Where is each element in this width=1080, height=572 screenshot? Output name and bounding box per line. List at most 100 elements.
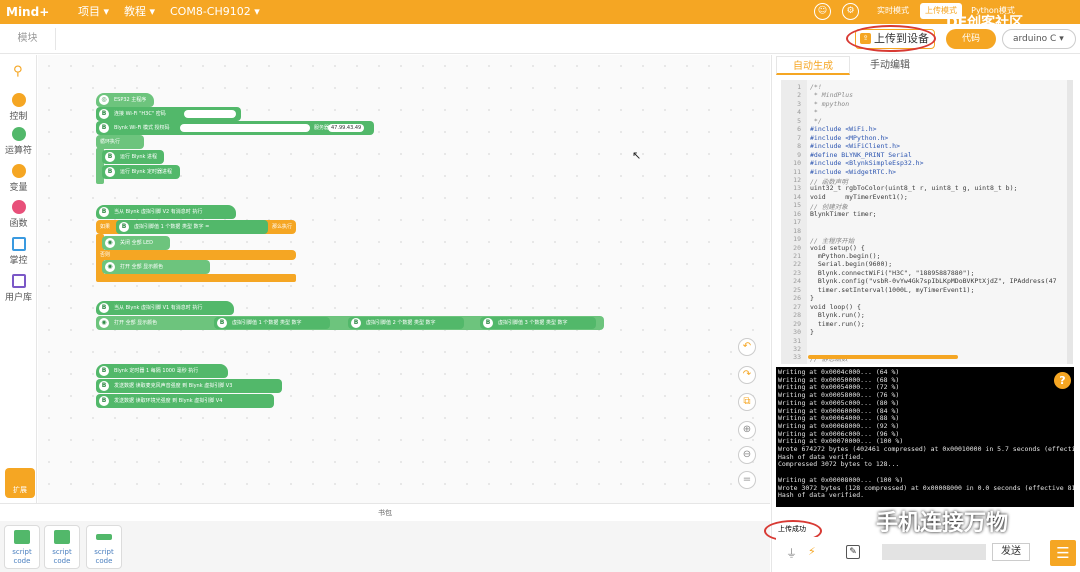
line-number: 16 (793, 209, 801, 218)
blynk-timer-run-block[interactable]: B 运行 Blynk 定时器进程 (102, 165, 180, 179)
led-icon: ◉ (105, 262, 115, 272)
red-value-block[interactable]: B 虚拟引脚值 1 个数据 类型 数字 (214, 317, 330, 329)
virtual-pin-v2-event-block[interactable]: B 当从 Blynk 虚拟引脚 V2 有消息时 执行 (96, 205, 236, 219)
extension-button[interactable]: 扩展 (5, 468, 35, 498)
menu-list-icon[interactable]: ☰ (1050, 540, 1076, 566)
code-line: */ (810, 116, 822, 125)
wifi-password-field[interactable] (184, 110, 236, 118)
line-number: 29 (793, 319, 801, 328)
set-rgb-color-block[interactable]: ◉ 打开 全部 显示颜色 B 虚拟引脚值 1 个数据 类型 数字 B 虚拟引脚值… (96, 316, 604, 330)
code-line: mPython.begin(); (810, 252, 881, 260)
backpack-script-3[interactable]: script code (86, 525, 122, 569)
code-line: timer.run(); (810, 319, 865, 328)
turn-on-led-block[interactable]: ◉ 打开 全部 显示颜色 (102, 260, 210, 274)
auth-token-field[interactable] (180, 124, 310, 132)
wechat-icon (840, 509, 868, 530)
line-number: 6 (797, 125, 801, 134)
line-number: 21 (793, 252, 801, 260)
line-gutter: 1 2 3 4 5 6 7 8 9 10 11 12 13 14 15 16 17 18 19 20 21 22 23 24 2… (781, 80, 807, 364)
tab-manual-edit[interactable]: 手动编辑 (852, 56, 928, 75)
search-icon[interactable]: ⚲ (13, 64, 23, 79)
line-number: 30 (793, 328, 801, 337)
line-number: 1 (797, 83, 801, 91)
zoom-out-icon[interactable]: ⊖ (738, 446, 756, 464)
blynk-timer-block[interactable]: B Blynk 定时器 1 每隔 1000 毫秒 执行 (96, 364, 228, 378)
code-editor[interactable]: 1 2 3 4 5 6 7 8 9 10 11 12 13 14 15 16 17 18 19 20 21 22 23 24 2… (781, 80, 1073, 364)
send-light-data-block[interactable]: B 发送数据 读取环境光强度 到 Blynk 虚拟引脚 V4 (96, 394, 274, 408)
menu-port[interactable]: COM8-CH9102 ▾ (170, 3, 260, 21)
blynk-icon: B (99, 396, 109, 406)
mind-plus-logo: Mind+ (6, 5, 50, 19)
baud-icon[interactable]: ⏚ (786, 545, 797, 561)
language-select[interactable]: arduino C ▾ (1002, 29, 1076, 49)
code-toggle-button[interactable]: 代码 (946, 29, 996, 49)
connect-icon[interactable]: ☺ (814, 3, 831, 20)
serial-send-input[interactable] (882, 544, 986, 560)
code-line: Blynk.run(); (810, 311, 865, 320)
code-line: } (810, 294, 814, 303)
loop-block[interactable]: 循环执行 (96, 135, 144, 149)
compare-condition[interactable]: B 虚拟引脚值 1 个数据 类型 数字 = (116, 220, 268, 234)
send-mic-data-block[interactable]: B 发送数据 读取麦克风声音强度 到 Blynk 虚拟引脚 V3 (96, 379, 282, 393)
help-icon[interactable]: ? (1054, 372, 1071, 389)
line-number: 26 (793, 294, 801, 303)
serial-console[interactable]: Writing at 0x0004c000... (64 %) Writing a… (776, 367, 1074, 507)
code-line: #include <WiFi.h> (810, 125, 877, 134)
blynk-config-block[interactable]: B Blynk Wi-Fi 模式 授权码 服务器 47.99.43.49 (96, 121, 374, 135)
mode-realtime-button[interactable]: 实时模式 (870, 3, 916, 19)
code-line: BlynkTimer timer; (810, 209, 877, 218)
redo-icon[interactable]: ↷ (738, 366, 756, 384)
virtual-pin-v1-event-block[interactable]: B 当从 Blynk 虚拟引脚 V1 有消息时 执行 (96, 301, 234, 315)
line-number: 15 (793, 201, 801, 210)
code-line: timer.setInterval(1000L, myTimerEvent1); (810, 285, 975, 294)
category-operators[interactable]: 运算符 (0, 127, 37, 156)
cleanup-icon[interactable]: ⧉ (738, 393, 756, 411)
editor-scrollbar[interactable] (1067, 80, 1073, 364)
else-label: 否则 (96, 250, 296, 260)
wechat-watermark: 手机连接万物 (876, 511, 1009, 536)
menu-tutorial[interactable]: 教程 ▾ (124, 3, 155, 21)
backpack-script-1[interactable]: script code (4, 525, 40, 569)
server-field[interactable]: 47.99.43.49 (328, 124, 365, 132)
line-number: 32 (793, 344, 801, 353)
reset-zoom-icon[interactable]: = (738, 471, 756, 489)
blynk-icon: B (119, 222, 129, 232)
control-dot-icon (11, 93, 26, 107)
code-line: } (810, 328, 814, 337)
handpy-icon (11, 237, 26, 251)
module-tab[interactable]: 模块 (0, 28, 56, 50)
main-program-block[interactable]: ◎ ESP32 主程序 (96, 93, 154, 107)
if-else-block[interactable]: 如果 B 虚拟引脚值 1 个数据 类型 数字 = 那么执行 (96, 220, 296, 234)
blue-value-block[interactable]: B 虚拟引脚值 3 个数据 类型 数字 (480, 317, 596, 329)
send-button[interactable]: 发送 (992, 543, 1030, 561)
zoom-in-icon[interactable]: ⊕ (738, 421, 756, 439)
scroll-lock-icon[interactable]: ⚡ (808, 545, 816, 558)
code-line: Blynk.config("vsbR-0vYw4Gk7spIbLKpMDoBVK… (810, 277, 1057, 286)
code-line: #include <WidgetRTC.h> (810, 167, 897, 176)
line-number: 3 (797, 99, 801, 108)
esp32-icon: ◎ (99, 95, 109, 105)
settings-icon[interactable]: ⚙ (842, 3, 859, 20)
undo-icon[interactable]: ↶ (738, 338, 756, 356)
editor-horizontal-scrollbar[interactable] (808, 355, 958, 359)
backpack-script-2[interactable]: script code (44, 525, 80, 569)
category-variables[interactable]: 变量 (0, 164, 37, 193)
code-line: * (810, 108, 818, 117)
connect-wifi-block[interactable]: B 连接 Wi-Fi "H3C" 密码 (96, 107, 241, 121)
category-functions[interactable]: 函数 (0, 200, 37, 229)
user-library-icon (11, 274, 26, 288)
backpack-header[interactable]: 书包 (0, 503, 770, 521)
category-control[interactable]: 控制 (0, 93, 37, 122)
turn-off-led-block[interactable]: ◉ 关闭 全部 LED (102, 236, 170, 250)
green-value-block[interactable]: B 虚拟引脚值 2 个数据 类型 数字 (348, 317, 464, 329)
line-number: 5 (797, 116, 801, 125)
tab-auto-generate[interactable]: 自动生成 (776, 56, 850, 75)
category-handpy[interactable]: 掌控 (0, 237, 37, 266)
line-number: 17 (793, 218, 801, 227)
variables-dot-icon (11, 164, 26, 178)
category-user-library[interactable]: 用户库 (0, 274, 37, 303)
menu-project[interactable]: 项目 ▾ (78, 3, 109, 21)
blynk-run-block[interactable]: B 运行 Blynk 进程 (102, 150, 164, 164)
line-number: 25 (793, 285, 801, 294)
clear-console-icon[interactable]: ✎ (846, 545, 860, 559)
